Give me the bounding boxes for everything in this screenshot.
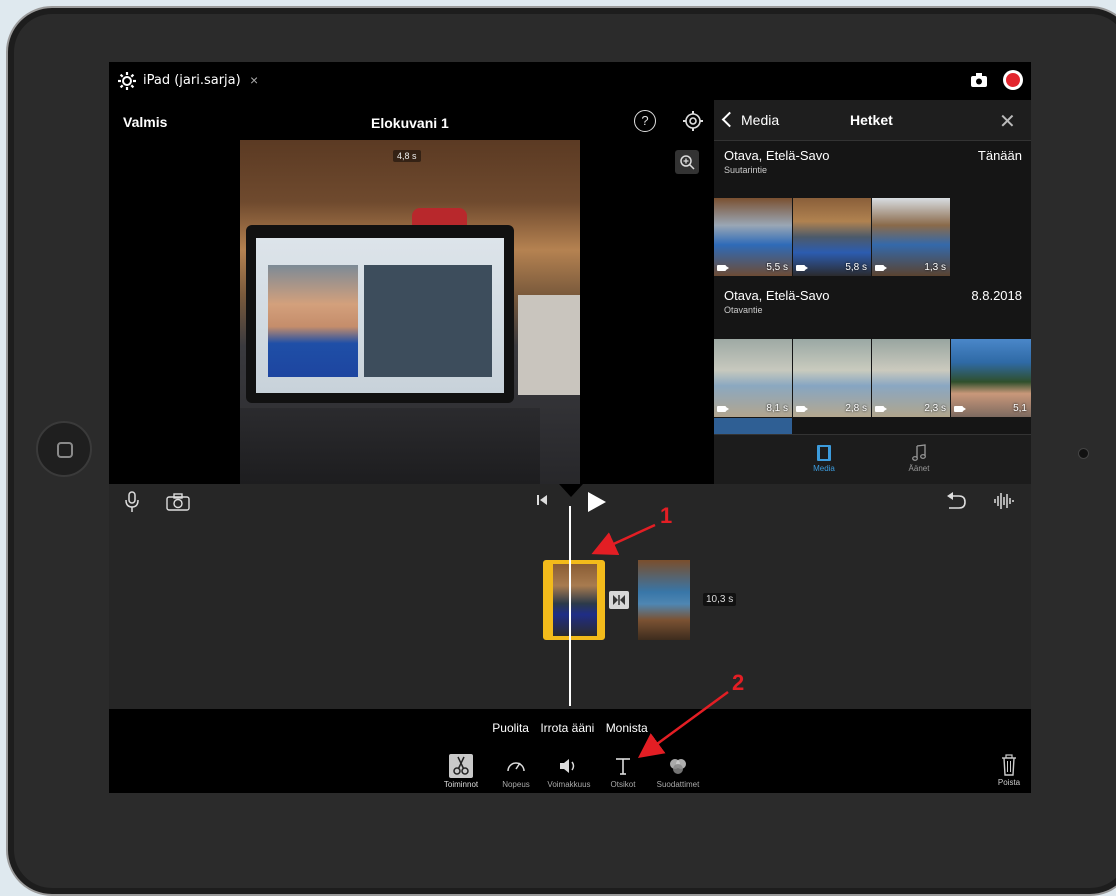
tool-filters[interactable]: Suodattimet	[653, 754, 703, 789]
media-thumbnail[interactable]: 1,3 s	[872, 198, 950, 276]
audio-waveform-icon[interactable]	[993, 491, 1015, 511]
preview-viewer: Valmis Elokuvani 1 ? 4,8 s	[109, 100, 714, 484]
timeline[interactable]: 10,3 s	[109, 484, 1031, 709]
browser-tabbar: Media Äänet	[714, 434, 1031, 485]
video-icon	[875, 406, 887, 412]
zoom-icon[interactable]	[675, 150, 699, 174]
ipad-screen: iPad (jari.sarja) × Valmis Elokuvani 1 ?	[109, 62, 1031, 793]
split-button[interactable]: Puolita	[492, 721, 529, 735]
video-icon	[954, 406, 966, 412]
done-button[interactable]: Valmis	[123, 114, 167, 130]
duplicate-button[interactable]: Monista	[606, 721, 648, 735]
window-title: iPad (jari.sarja)	[143, 73, 241, 88]
microphone-icon[interactable]	[125, 491, 139, 513]
browser-header: Media Hetket ✕	[714, 100, 1031, 141]
transition-icon[interactable]	[609, 591, 629, 609]
help-icon[interactable]: ?	[634, 110, 656, 132]
video-icon	[717, 406, 729, 412]
video-icon	[875, 265, 887, 271]
media-thumbnail[interactable]	[714, 418, 792, 434]
selected-video-clip[interactable]	[543, 560, 605, 640]
delete-button[interactable]: Poista	[989, 754, 1029, 787]
record-icon[interactable]	[1003, 70, 1023, 90]
undo-icon[interactable]	[945, 491, 967, 511]
music-note-icon	[912, 444, 926, 461]
playhead-pointer	[559, 484, 583, 497]
moment-date: 8.8.2018	[971, 288, 1022, 303]
moment-header: Otava, Etelä-Savo Suutarintie	[724, 148, 830, 175]
browser-title: Hetket	[850, 112, 893, 128]
clip-actions: Puolita Irrota ääni Monista	[109, 721, 1031, 735]
film-icon	[817, 445, 831, 461]
window-titlebar: iPad (jari.sarja) ×	[109, 62, 1031, 100]
text-title-icon	[616, 758, 630, 775]
camera-icon[interactable]	[971, 73, 987, 87]
chevron-left-icon	[721, 111, 738, 128]
close-browser-icon[interactable]: ✕	[999, 109, 1016, 134]
tool-speed[interactable]: Nopeus	[491, 754, 541, 789]
tool-volume[interactable]: Voimakkuus	[544, 754, 594, 789]
media-thumbnail[interactable]: 5,1	[951, 339, 1031, 417]
tool-titles[interactable]: Otsikot	[598, 754, 648, 789]
front-camera	[1078, 448, 1089, 459]
video-icon	[717, 265, 729, 271]
close-tab-icon[interactable]: ×	[250, 72, 258, 88]
moment-header: Otava, Etelä-Savo Otavantie	[724, 288, 830, 315]
annotation-marker-2: 2	[732, 670, 745, 695]
home-button[interactable]	[36, 421, 92, 477]
media-thumbnail[interactable]: 8,1 s	[714, 339, 792, 417]
gear-icon[interactable]	[117, 71, 137, 91]
video-icon	[796, 265, 808, 271]
camera-capture-icon[interactable]	[166, 493, 190, 511]
back-to-media-button[interactable]: Media	[721, 111, 779, 128]
moment-date: Tänään	[977, 148, 1022, 163]
media-thumbnail[interactable]: 5,8 s	[793, 198, 871, 276]
video-clip[interactable]	[638, 560, 690, 640]
tab-audio[interactable]: Äänet	[889, 440, 949, 473]
speedometer-icon	[507, 762, 525, 772]
video-icon	[796, 406, 808, 412]
speaker-icon	[560, 759, 575, 773]
tab-media[interactable]: Media	[794, 440, 854, 473]
media-thumbnail[interactable]: 2,3 s	[872, 339, 950, 417]
home-square-icon	[57, 442, 73, 458]
media-thumbnail[interactable]: 5,5 s	[714, 198, 792, 276]
preview-duration-label: 4,8 s	[393, 150, 421, 162]
video-preview-frame[interactable]: 4,8 s	[240, 140, 580, 484]
clip-duration-label: 10,3 s	[703, 593, 737, 606]
annotation-marker-1: 1	[660, 503, 673, 528]
project-title: Elokuvani 1	[371, 115, 449, 131]
media-thumbnail[interactable]: 2,8 s	[793, 339, 871, 417]
inspector-toolbar: Puolita Irrota ääni Monista Toiminnot No…	[109, 709, 1031, 793]
detach-audio-button[interactable]: Irrota ääni	[540, 721, 594, 735]
skip-to-start-icon[interactable]	[535, 493, 549, 507]
play-icon[interactable]	[588, 492, 606, 512]
settings-icon[interactable]	[682, 110, 704, 132]
playhead[interactable]	[569, 506, 571, 706]
tool-actions[interactable]: Toiminnot	[436, 754, 486, 789]
trash-icon	[1002, 754, 1016, 776]
scissors-icon	[449, 754, 473, 778]
media-browser: Media Hetket ✕ Otava, Etelä-Savo Suutari…	[714, 100, 1031, 485]
filters-icon	[670, 759, 686, 774]
